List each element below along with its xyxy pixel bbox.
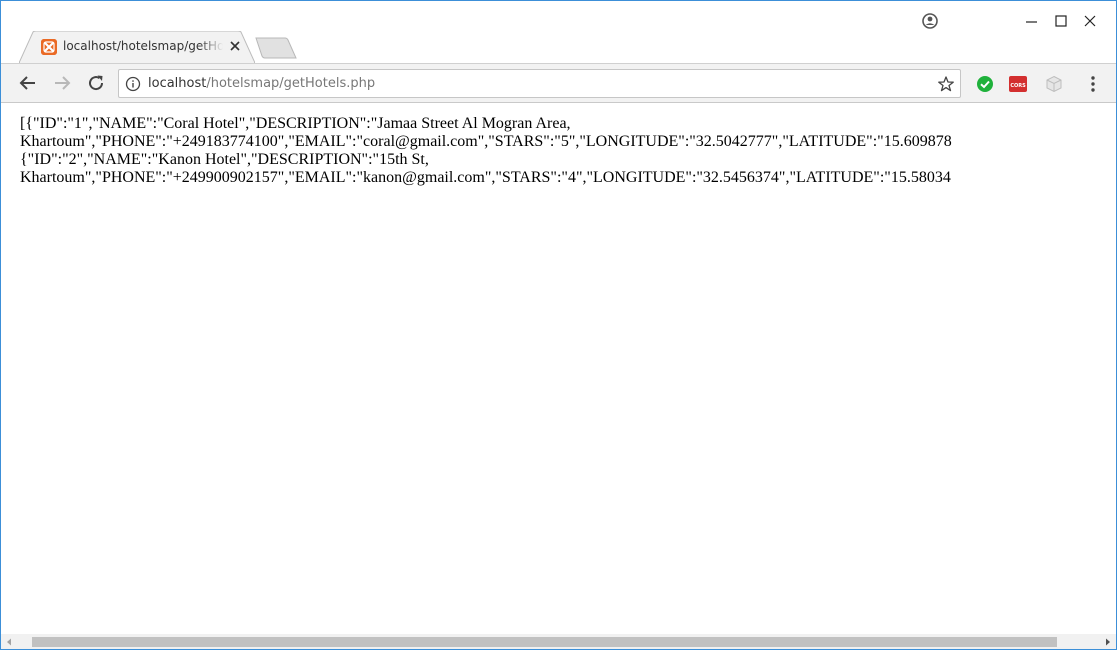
- minimize-icon[interactable]: [1022, 11, 1042, 31]
- forward-arrow-icon[interactable]: [51, 72, 73, 94]
- json-line: Khartoum","PHONE":"+249900902157","EMAIL…: [20, 169, 951, 186]
- page-content: [{"ID":"1","NAME":"Coral Hotel","DESCRIP…: [1, 104, 1116, 634]
- maximize-icon[interactable]: [1051, 11, 1071, 31]
- url-text: localhost/hotelsmap/getHotels.php: [148, 76, 375, 92]
- tab-strip: localhost/hotelsmap/getHotels.php: [1, 1, 1116, 64]
- scroll-right-arrow-icon[interactable]: [1099, 634, 1116, 649]
- json-response: [{"ID":"1","NAME":"Coral Hotel","DESCRIP…: [20, 115, 1116, 187]
- horizontal-scrollbar[interactable]: [1, 634, 1116, 649]
- profile-icon[interactable]: [920, 11, 940, 31]
- back-arrow-icon[interactable]: [17, 72, 39, 94]
- scroll-left-arrow-icon[interactable]: [1, 634, 18, 649]
- tab-title: localhost/hotelsmap/getHotels.php: [63, 39, 223, 53]
- cors-icon[interactable]: CORS: [1009, 75, 1027, 93]
- browser-window: localhost/hotelsmap/getHotels.php: [0, 0, 1117, 650]
- json-line: [{"ID":"1","NAME":"Coral Hotel","DESCRIP…: [20, 115, 571, 132]
- close-tab-icon[interactable]: [227, 38, 243, 54]
- xampp-icon: [41, 39, 57, 55]
- new-tab-button[interactable]: [255, 37, 297, 59]
- cors-label: CORS: [1010, 83, 1026, 89]
- close-icon[interactable]: [1080, 11, 1100, 31]
- address-bar[interactable]: localhost/hotelsmap/getHotels.php: [118, 69, 961, 98]
- json-line: {"ID":"2","NAME":"Kanon Hotel","DESCRIPT…: [20, 151, 429, 168]
- scrollbar-thumb[interactable]: [32, 637, 1057, 647]
- reload-icon[interactable]: [85, 72, 107, 94]
- cube-icon[interactable]: [1045, 75, 1063, 93]
- url-path: /hotelsmap/getHotels.php: [206, 76, 376, 91]
- url-host: localhost: [148, 76, 207, 91]
- tab-active[interactable]: localhost/hotelsmap/getHotels.php: [19, 31, 255, 63]
- more-menu-icon[interactable]: [1084, 74, 1102, 94]
- info-icon[interactable]: [125, 76, 141, 92]
- star-icon[interactable]: [937, 75, 955, 93]
- json-line: Khartoum","PHONE":"+249183774100","EMAIL…: [20, 133, 952, 150]
- check-icon[interactable]: [976, 75, 994, 93]
- toolbar: localhost/hotelsmap/getHotels.php CORS: [1, 63, 1116, 103]
